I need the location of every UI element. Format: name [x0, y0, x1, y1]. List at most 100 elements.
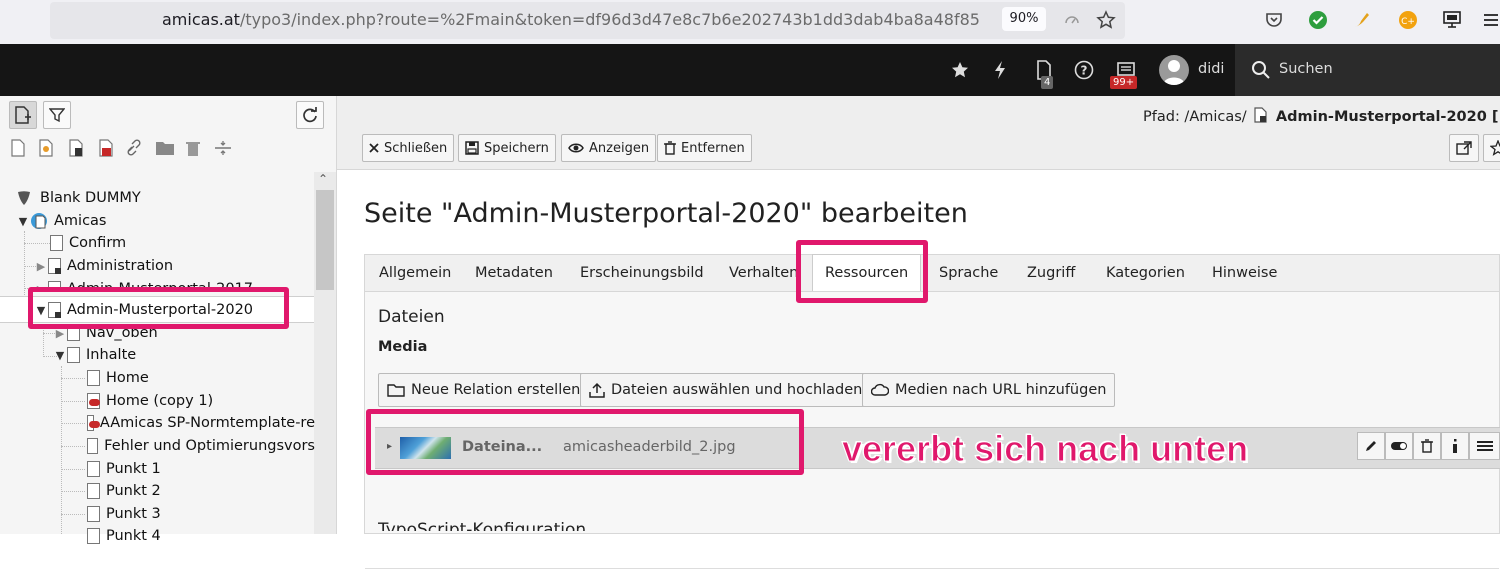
cloud-icon — [871, 383, 889, 396]
trash-icon — [1421, 439, 1433, 453]
page-icon — [50, 235, 63, 251]
close-button[interactable]: Schließen — [362, 134, 455, 162]
tree-node-punkt-4[interactable]: Punkt 4 — [87, 525, 161, 547]
tree-node-fehler[interactable]: Fehler und Optimierungsvors — [87, 435, 315, 457]
doktype-standard-icon[interactable] — [10, 139, 26, 161]
filter-button[interactable] — [43, 101, 71, 129]
close-button-label: Schließen — [384, 140, 448, 156]
caret-down-icon[interactable]: ▼ — [53, 349, 67, 362]
monitor-extension-icon[interactable] — [1440, 8, 1464, 32]
tree-node-label: Home — [106, 370, 149, 386]
username[interactable]: didi — [1198, 61, 1224, 77]
tree-node-label: Confirm — [69, 235, 127, 251]
tab-verhalten[interactable]: Verhalten — [729, 255, 798, 292]
highlight-file-row — [366, 409, 804, 475]
bookmarks-star-icon[interactable] — [948, 58, 972, 82]
delete-file-button[interactable] — [1413, 432, 1441, 460]
tab-allgemein[interactable]: Allgemein — [379, 255, 451, 292]
caret-down-icon[interactable]: ▼ — [16, 215, 30, 228]
tab-metadaten[interactable]: Metadaten — [475, 255, 553, 292]
view-button[interactable]: Anzeigen — [561, 134, 657, 162]
tab-kategorien[interactable]: Kategorien — [1106, 255, 1185, 292]
tree-node-label: Inhalte — [86, 347, 137, 363]
doktype-link-icon[interactable] — [126, 139, 142, 161]
cplus-extension-icon[interactable]: C+ — [1396, 8, 1420, 32]
tree-scrollbar-thumb[interactable] — [316, 190, 334, 290]
tree-node-confirm[interactable]: Confirm — [50, 232, 126, 254]
tree-node-administration[interactable]: ▶ Administration — [34, 255, 173, 277]
folder-icon — [387, 384, 405, 397]
doktype-mountpoint-icon[interactable] — [98, 139, 114, 161]
pocket-icon[interactable] — [1262, 8, 1286, 32]
pencil-icon — [1366, 441, 1376, 451]
tree-node-label: Fehler und Optimierungsvors — [104, 438, 315, 454]
add-media-url-button[interactable]: Medien nach URL hinzufügen — [862, 373, 1116, 407]
shortcut-page-icon — [48, 258, 61, 274]
typo3-logo-icon — [18, 191, 30, 205]
upload-files-button[interactable]: Dateien auswählen und hochladen — [580, 373, 872, 407]
tree-node-label: Punkt 4 — [106, 528, 161, 544]
scroll-up-icon[interactable]: ⌃ — [318, 172, 328, 186]
path-page-title[interactable]: Admin-Musterportal-2020 [1: — [1276, 109, 1500, 125]
edit-file-button[interactable] — [1357, 432, 1385, 460]
search-toolbar[interactable]: Suchen — [1235, 44, 1500, 96]
tree-node-label: Punkt 1 — [106, 461, 161, 477]
toggle-visibility-button[interactable] — [1385, 432, 1413, 460]
tree-node-label: Punkt 2 — [106, 483, 161, 499]
reader-icon[interactable] — [1060, 8, 1084, 32]
delete-button-label: Entfernen — [681, 140, 745, 156]
new-relation-button[interactable]: Neue Relation erstellen — [378, 373, 590, 407]
open-new-window-button[interactable] — [1449, 134, 1479, 162]
tree-node-amicas[interactable]: ▼ Amicas — [16, 210, 107, 232]
file-info-button[interactable] — [1441, 432, 1469, 460]
hamburger-menu-icon[interactable] — [1478, 8, 1500, 32]
delete-button[interactable]: Entfernen — [657, 134, 752, 162]
info-icon — [1453, 439, 1457, 453]
tree-node-aamicas[interactable]: AAmicas SP-Normtemplate-re — [87, 412, 315, 434]
tree-node-punkt-1[interactable]: Punkt 1 — [87, 458, 161, 480]
doktype-recycler-icon[interactable] — [185, 139, 201, 161]
tree-node-label: Blank DUMMY — [40, 190, 141, 206]
zoom-indicator[interactable]: 90% — [1002, 7, 1046, 31]
workspaces-badge: 4 — [1041, 76, 1054, 89]
tree-node-inhalte[interactable]: ▼ Inhalte — [53, 344, 136, 366]
highlight-tab-ressourcen — [796, 240, 928, 303]
tab-hinweise[interactable]: Hinweise — [1212, 255, 1277, 292]
check-extension-icon[interactable] — [1306, 8, 1330, 32]
tab-zugriff[interactable]: Zugriff — [1027, 255, 1075, 292]
doktype-folder-icon[interactable] — [155, 139, 175, 161]
caret-right-icon[interactable]: ▶ — [34, 260, 48, 273]
doktype-backend-user-icon[interactable] — [38, 139, 54, 161]
bookmark-button[interactable] — [1483, 134, 1500, 162]
tab-erscheinungsbild[interactable]: Erscheinungsbild — [580, 255, 704, 292]
tree-node-home[interactable]: Home — [87, 367, 149, 389]
drag-sort-button[interactable] — [1469, 432, 1500, 460]
bookmark-star-icon[interactable] — [1094, 8, 1118, 32]
annotation-text: vererbt sich nach unten — [841, 428, 1249, 470]
new-page-button[interactable] — [9, 101, 37, 129]
avatar[interactable] — [1159, 55, 1189, 85]
close-icon — [369, 143, 379, 153]
flash-cache-icon[interactable] — [988, 58, 1012, 82]
tree-node-punkt-3[interactable]: Punkt 3 — [87, 503, 161, 525]
doktype-divider-icon[interactable] — [214, 139, 232, 161]
page-icon — [87, 483, 100, 499]
brush-extension-icon[interactable] — [1350, 8, 1374, 32]
tree-node-home-copy[interactable]: Home (copy 1) — [87, 390, 213, 412]
tree-node-label: Administration — [67, 258, 174, 274]
refresh-tree-button[interactable] — [296, 101, 324, 129]
hidden-page-icon — [87, 415, 100, 431]
save-button[interactable]: Speichern — [458, 134, 556, 162]
doktype-shortcut-icon[interactable] — [68, 139, 84, 161]
trash-icon — [664, 141, 676, 155]
star-icon — [1490, 140, 1500, 156]
eye-icon — [568, 143, 584, 153]
help-icon[interactable]: ? — [1072, 58, 1096, 82]
tree-node-punkt-2[interactable]: Punkt 2 — [87, 480, 161, 502]
url-text[interactable]: amicas.at/typo3/index.php?route=%2Fmain&… — [162, 10, 980, 29]
external-link-icon — [1456, 141, 1472, 155]
tab-sprache[interactable]: Sprache — [939, 255, 998, 292]
tree-node-label: AAmicas SP-Normtemplate-re — [99, 415, 315, 431]
tree-node-root[interactable]: Blank DUMMY — [16, 187, 141, 209]
doc-header: Pfad: /Amicas/ Admin-Musterportal-2020 [… — [337, 96, 1500, 170]
